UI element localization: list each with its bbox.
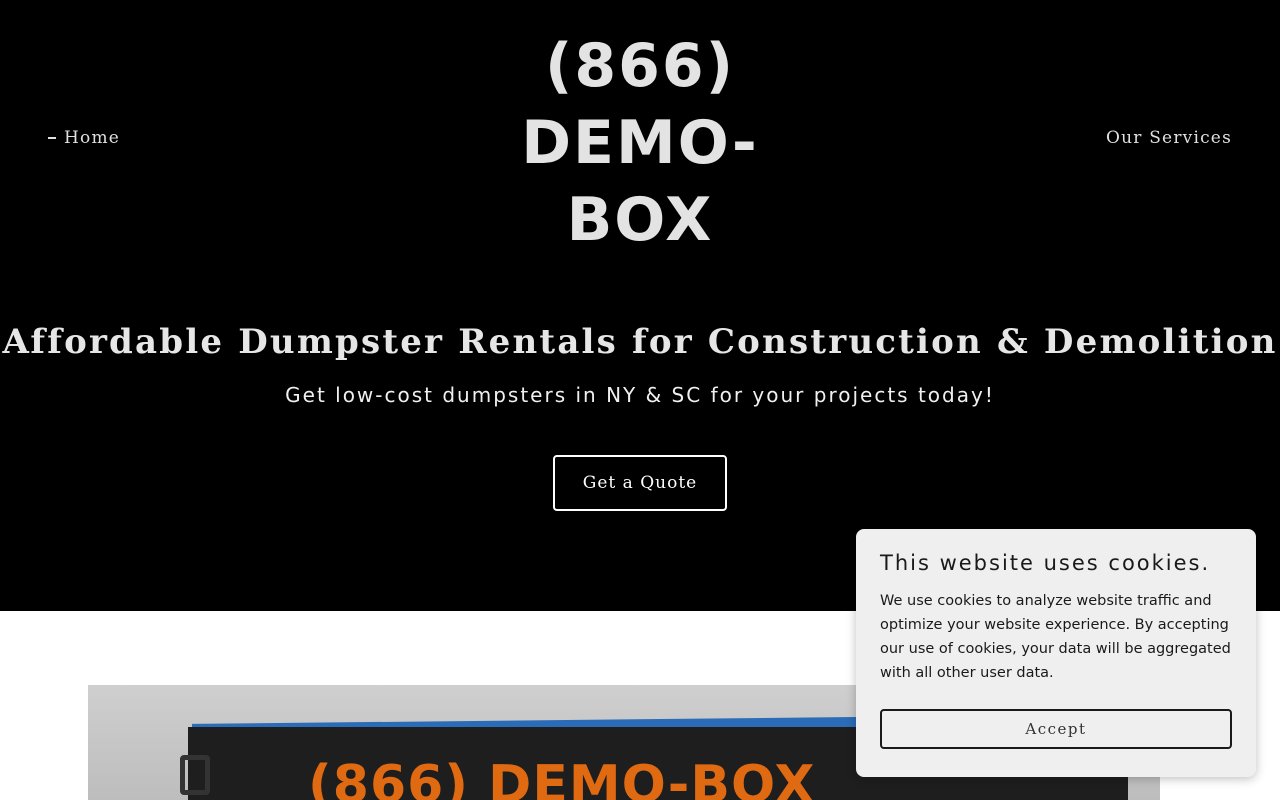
cookie-banner-text: We use cookies to analyze website traffi…	[880, 593, 1231, 681]
active-indicator	[48, 137, 56, 139]
accept-cookies-button[interactable]: Accept	[880, 709, 1232, 749]
site-logo[interactable]: (866) DEMO- BOX	[470, 28, 810, 259]
logo-line-1: (866)	[544, 31, 736, 101]
hero-section: Home (866) DEMO- BOX Our Services Afford…	[0, 0, 1280, 611]
cookie-banner: This website uses cookies. We use cookie…	[856, 529, 1256, 777]
nav-home-link[interactable]: Home	[48, 128, 120, 148]
nav-home-label: Home	[64, 128, 121, 148]
logo-line-3: BOX	[566, 185, 714, 255]
dumpster-hook	[180, 755, 210, 795]
logo-line-2: DEMO-	[521, 108, 759, 178]
nav-services-link[interactable]: Our Services	[1106, 128, 1232, 148]
dumpster-printed-text: (866) DEMO-BOX	[308, 755, 816, 800]
cookie-banner-title: This website uses cookies.	[880, 551, 1211, 575]
hero-headline: Affordable Dumpster Rentals for Construc…	[2, 322, 1278, 362]
get-quote-button[interactable]: Get a Quote	[553, 455, 727, 511]
hero-subheadline: Get low-cost dumpsters in NY & SC for yo…	[285, 383, 995, 407]
